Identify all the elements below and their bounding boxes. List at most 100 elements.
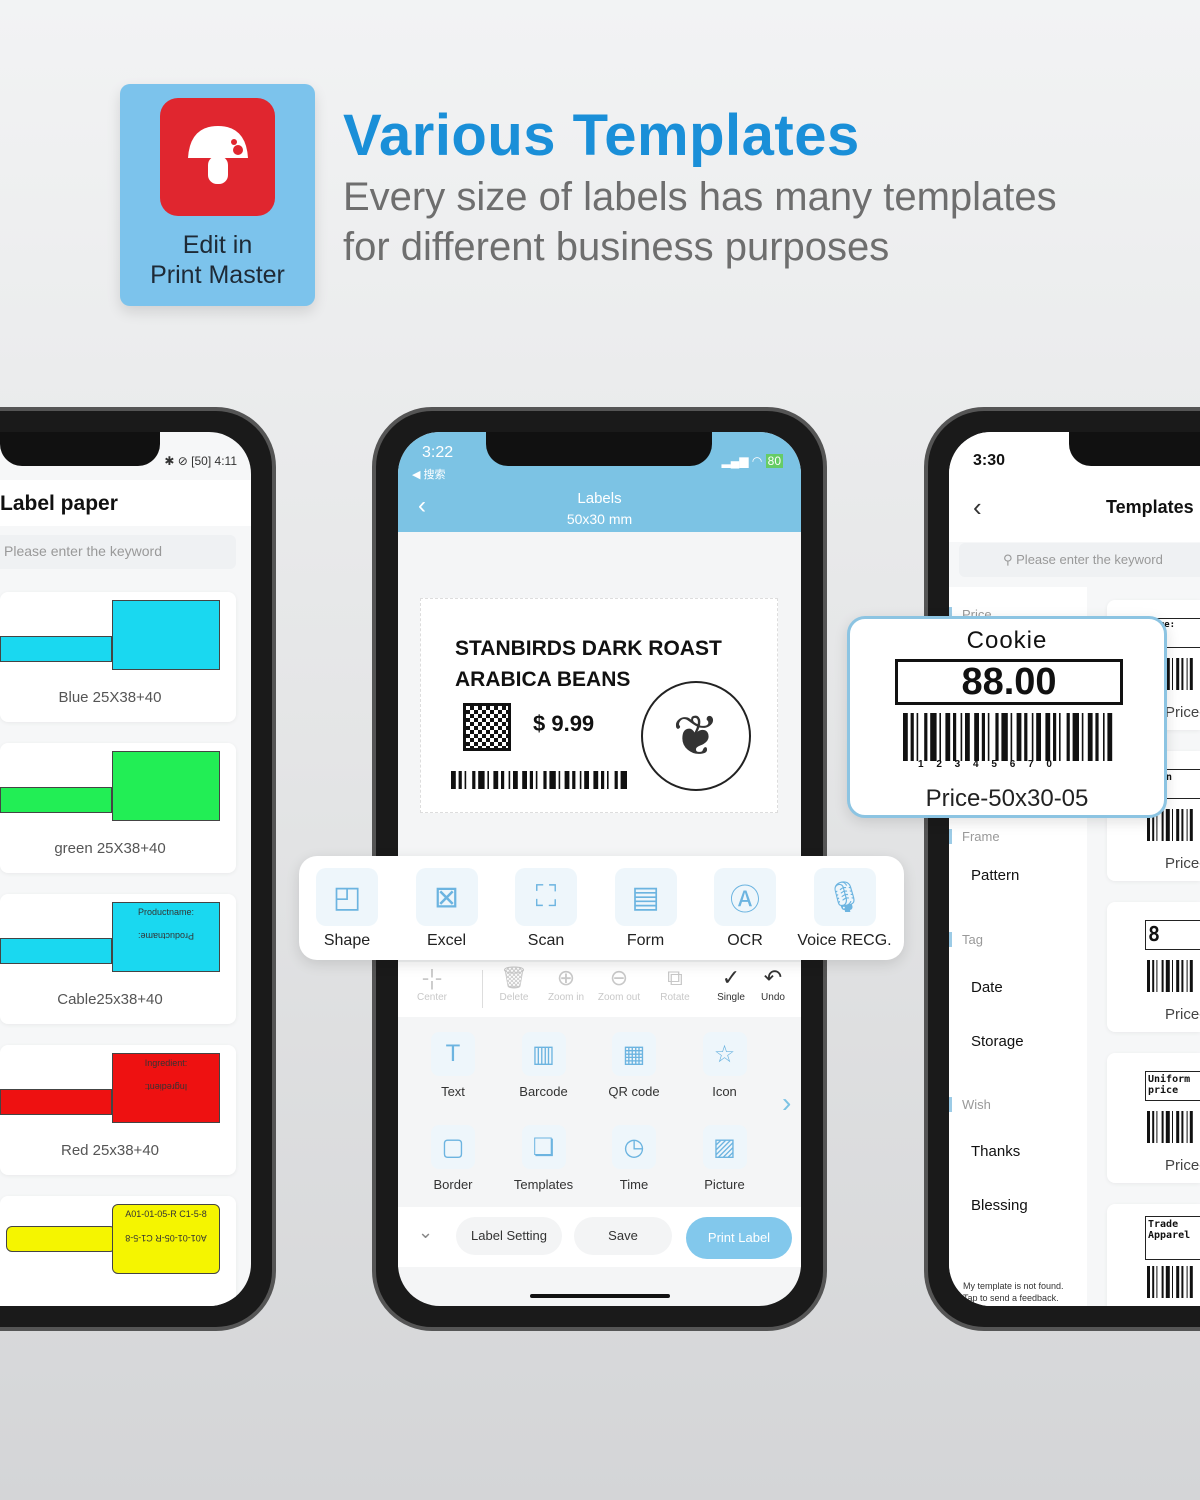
label-paper-name: Cable25x38+40 [57,991,163,1008]
category-item[interactable]: Thanks [971,1143,1020,1160]
tool-voicerecg[interactable]: 🎙 Voice RECG. [795,868,895,950]
tool-form[interactable]: ▤ Form [596,868,696,950]
status-time: 3:22 [422,444,454,461]
qr-code[interactable] [463,703,511,751]
label-paper-item[interactable]: Blue 25X38+40 [0,592,236,722]
undo-button[interactable]: ↶ Undo [745,964,801,1003]
tool-border[interactable]: ▢ Border [408,1125,498,1192]
form-icon: ▤ [614,868,677,926]
qr-code-icon: ▦ [612,1032,656,1076]
page-title: Label paper [0,492,118,515]
collapse-chevron-icon[interactable]: ⌄ [418,1222,433,1243]
template-caption: Price-50x30-05 [925,785,1089,812]
template-card[interactable]: Trade Apparel [1107,1204,1200,1306]
template-caption: Price- [1165,1157,1200,1174]
barcode[interactable] [451,771,633,789]
tool-time[interactable]: ◷ Time [589,1125,679,1192]
template-caption: Price- [1165,704,1200,721]
label-flag: Ingredient: Ingredient: [112,1053,220,1123]
tool-shape[interactable]: ◰ Shape [297,868,397,950]
tool-barcode[interactable]: ▥ Barcode [499,1032,589,1099]
rotate-icon: ⧉ [667,965,683,990]
zoom-out-icon: ⊖ [609,965,629,990]
price-box: 88.00 [895,659,1123,705]
tool-icon[interactable]: ☆ Icon [680,1032,770,1099]
trash-icon: 🗑 [500,965,528,990]
center-button[interactable]: -¦- Center [404,964,460,1003]
scan-icon: ⛶ [515,868,577,926]
zoom-out-button[interactable]: ⊖ Zoom out [591,964,647,1003]
shape-icon: ◰ [316,868,378,926]
undo-icon: ↶ [763,965,783,990]
tool-picture[interactable]: ▨ Picture [680,1125,770,1192]
barcode-icon: ▥ [521,1032,566,1076]
status-time: ✱ ⊘ [50] 4:11 [164,454,237,468]
label-paper-item[interactable]: green 25X38+40 [0,743,236,873]
label-tail [0,938,112,964]
label-flag: A01-01-05-R C1-5-8 A01-01-05-R C1-5-8 [112,1204,220,1274]
template-preview: Uniform price [1145,1071,1200,1101]
label-setting-button[interactable]: Label Setting [456,1217,562,1255]
divider [482,970,483,1008]
template-preview-popup[interactable]: Cookie 88.00 1 2 3 4 5 6 7 0 Price-50x30… [847,616,1167,818]
template-card[interactable]: 8 Price- [1107,902,1200,1032]
tool-scan[interactable]: ⛶ Scan [496,868,596,950]
template-preview: 8 [1145,920,1200,950]
center-icon: -¦- [421,965,443,990]
feedback-link[interactable]: My template is not found. Tap to send a f… [963,1280,1064,1304]
label-paper-item[interactable]: A01-01-05-R C1-5-8 A01-01-05-R C1-5-8 [0,1196,236,1306]
category-item[interactable]: Storage [971,1033,1024,1050]
headline: Various Templates [343,103,860,168]
left-screen: ✱ ⊘ [50] 4:11 Label paper Please enter t… [0,432,251,1306]
label-price[interactable]: $ 9.99 [533,711,594,737]
label-tail [0,1089,112,1115]
template-card[interactable]: Uniform price Price- [1107,1053,1200,1183]
zoom-in-icon: ⊕ [556,965,576,990]
left-phone: ✱ ⊘ [50] 4:11 Label paper Please enter t… [0,407,276,1331]
label-flag: Productname: Productname: [112,902,220,972]
tool-text[interactable]: T Text [408,1032,498,1099]
search-icon: ⚲ [1003,552,1017,567]
label-paper-item[interactable]: Productname: Productname: Cable25x38+40 [0,894,236,1024]
back-icon[interactable]: ‹ [973,492,982,523]
label-paper-name: green 25X38+40 [54,840,166,857]
category-header: Frame [949,829,1000,844]
label-canvas[interactable]: STANBIRDS DARK ROAST ARABICA BEANS $ 9.99… [420,598,778,813]
label-tail [0,787,112,813]
category-item[interactable]: Pattern [971,867,1019,884]
tool-ocr[interactable]: Ⓐ OCR [695,868,795,950]
template-caption: Price- [1165,1006,1200,1023]
zoom-in-button[interactable]: ⊕ Zoom in [538,964,594,1003]
label-paper-item[interactable]: Ingredient: Ingredient: Red 25x38+40 [0,1045,236,1175]
search-input[interactable]: Please enter the keyword [0,535,236,569]
label-tail [6,1226,116,1252]
chevron-right-icon[interactable]: › [782,1087,791,1119]
label-paper-name: Blue 25X38+40 [58,689,162,706]
nav-title: Labels 50x30 mm [566,490,633,527]
category-item[interactable]: Blessing [971,1197,1028,1214]
label-paper-name: Red 25x38+40 [61,1142,159,1159]
excel-icon: ⊠ [415,868,478,926]
mushroom-icon [160,98,275,216]
subheadline: Every size of labels has many templates f… [343,175,1057,269]
rotate-button[interactable]: ⧉ Rotate [647,964,703,1003]
leaf-illustration[interactable]: ❦ [641,681,751,791]
trash-button[interactable]: 🗑 Delete [486,964,542,1003]
tool-qr-code[interactable]: ▦ QR code [589,1032,679,1099]
barcode [1147,1111,1199,1143]
badge-text: Edit in Print Master [150,231,285,289]
category-item[interactable]: Date [971,979,1003,996]
home-indicator [530,1294,670,1298]
back-to-app[interactable]: ◀ 搜索 [412,466,446,482]
search-input[interactable]: ⚲ Please enter the keyword [959,543,1200,577]
label-flag [112,600,220,670]
save-button[interactable]: Save [574,1217,672,1255]
category-header: Wish [949,1097,991,1112]
template-caption: Price- [1165,855,1200,872]
print-label-button[interactable]: Print Label [686,1217,792,1259]
ocr-icon: Ⓐ [714,868,776,926]
tool-templates[interactable]: ❏ Templates [499,1125,589,1192]
page-title: Templates [1106,497,1194,517]
tool-excel[interactable]: ⊠ Excel [397,868,497,950]
category-header: Tag [949,932,983,947]
